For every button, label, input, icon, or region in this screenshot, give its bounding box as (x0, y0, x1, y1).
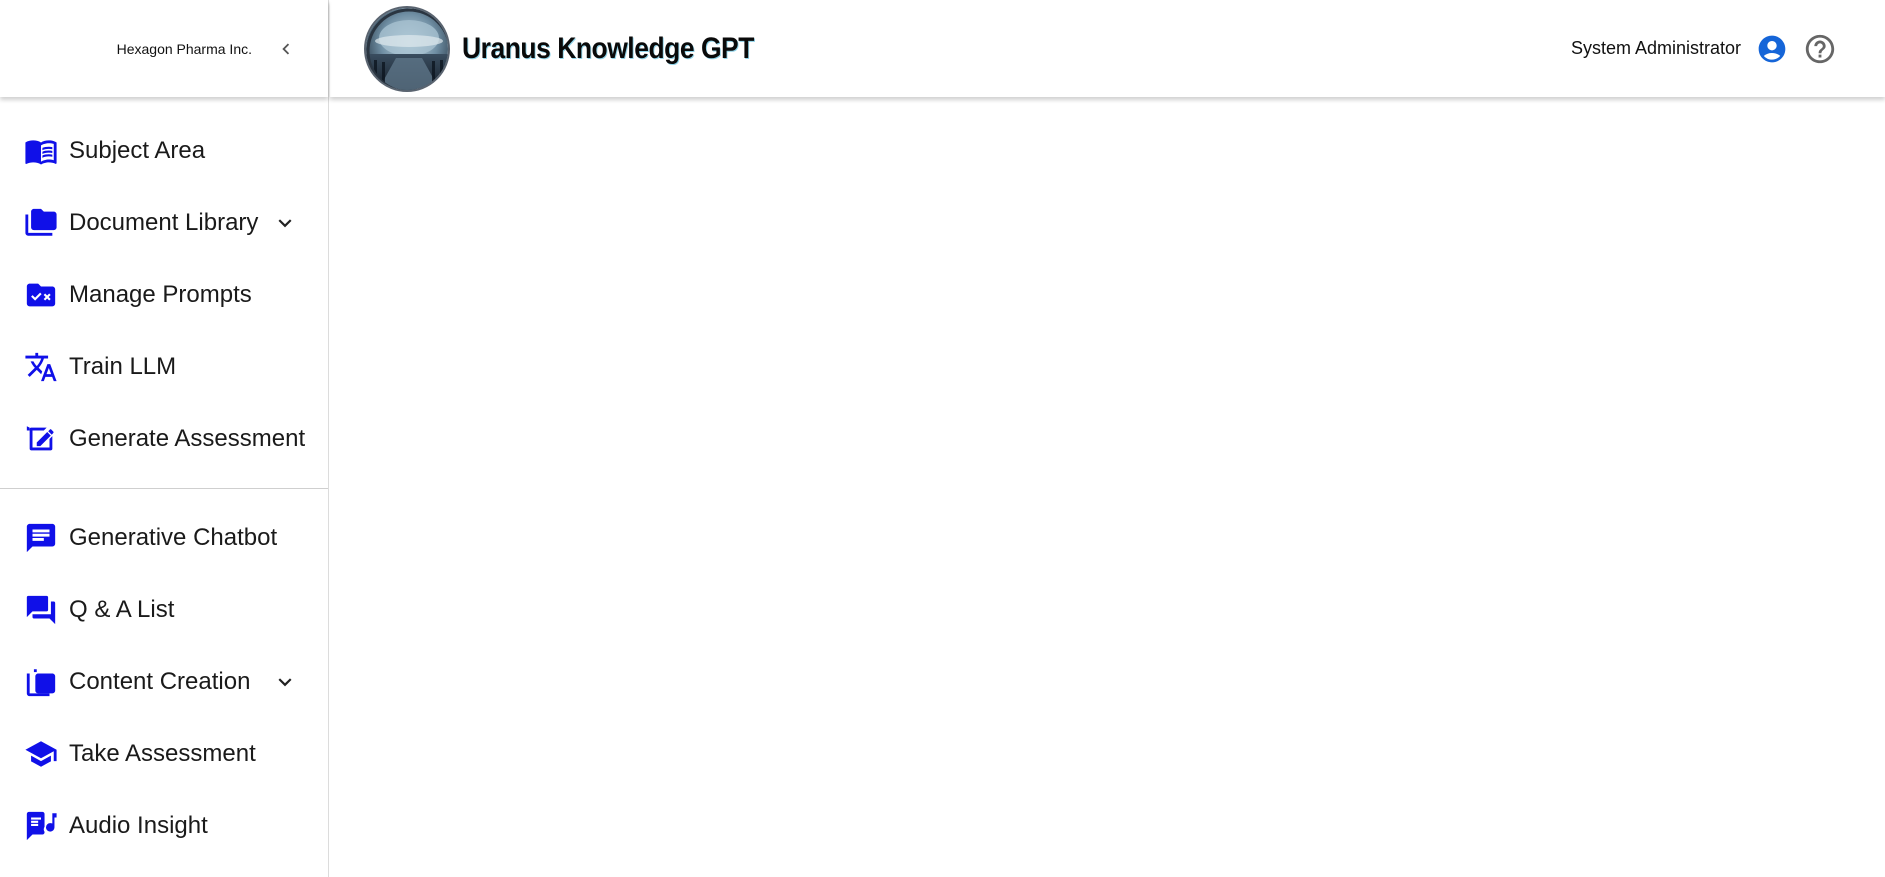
forum-icon (24, 593, 58, 627)
chevron-down-icon[interactable] (272, 669, 298, 695)
sidebar-item-generative-chatbot[interactable]: Generative Chatbot (0, 502, 328, 574)
user-name: System Administrator (1570, 38, 1741, 58)
sidebar: Hexagon Pharma Inc. Subject Area Documen… (0, 0, 329, 877)
translate-icon (24, 350, 58, 384)
sidebar-item-label: Subject Area (69, 137, 206, 164)
sidebar-item-label: Document Library (69, 209, 259, 236)
sidebar-item-label: Manage Prompts (69, 281, 252, 308)
sidebar-item-label: Take Assessment (69, 740, 256, 767)
chevron-left-icon (282, 43, 290, 54)
sidebar-item-label: Audio Insight (69, 812, 208, 839)
chevron-down-icon[interactable] (272, 210, 298, 236)
rule-folder-icon (24, 278, 58, 312)
org-name: Hexagon Pharma Inc. (116, 40, 252, 57)
app-logo (364, 5, 450, 92)
edit-note-icon (24, 422, 58, 456)
sidebar-item-label: Content Creation (69, 668, 251, 695)
main-content-area (330, 97, 1885, 877)
sidebar-header: Hexagon Pharma Inc. (0, 0, 328, 97)
sidebar-divider (0, 488, 328, 489)
sidebar-item-label: Generative Chatbot (69, 524, 278, 551)
school-icon (24, 737, 58, 771)
top-app-bar: Uranus Knowledge GPT System Administrato… (330, 0, 1885, 97)
library-icon (24, 665, 58, 699)
sidebar-item-document-library[interactable]: Document Library (0, 187, 328, 259)
help-icon[interactable] (1803, 32, 1837, 66)
collapse-sidebar-button[interactable] (274, 37, 298, 61)
sidebar-item-content-creation[interactable]: Content Creation (0, 646, 328, 718)
sidebar-item-train-llm[interactable]: Train LLM (0, 331, 328, 403)
lyrics-icon (24, 809, 58, 843)
topbar-user-area: System Administrator (1571, 32, 1837, 66)
sidebar-item-audio-insight[interactable]: Audio Insight (0, 790, 328, 862)
nav-group-secondary: Generative Chatbot Q & A List Content Cr… (0, 502, 328, 862)
sidebar-item-label: Generate Assessment (69, 425, 306, 452)
account-circle-icon[interactable] (1755, 32, 1789, 66)
sidebar-item-take-assessment[interactable]: Take Assessment (0, 718, 328, 790)
folder-icon (24, 206, 58, 240)
sidebar-item-manage-prompts[interactable]: Manage Prompts (0, 259, 328, 331)
sidebar-item-generate-assessment[interactable]: Generate Assessment (0, 403, 328, 475)
sidebar-item-qa-list[interactable]: Q & A List (0, 574, 328, 646)
menu-book-icon (24, 134, 58, 168)
sidebar-item-label: Q & A List (69, 596, 175, 623)
sidebar-item-label: Train LLM (69, 353, 177, 380)
app-title: Uranus Knowledge GPT (462, 31, 754, 65)
sidebar-item-subject-area[interactable]: Subject Area (0, 115, 328, 187)
nav-group-primary: Subject Area Document Library Manage Pro… (0, 97, 328, 475)
chat-icon (24, 521, 58, 555)
